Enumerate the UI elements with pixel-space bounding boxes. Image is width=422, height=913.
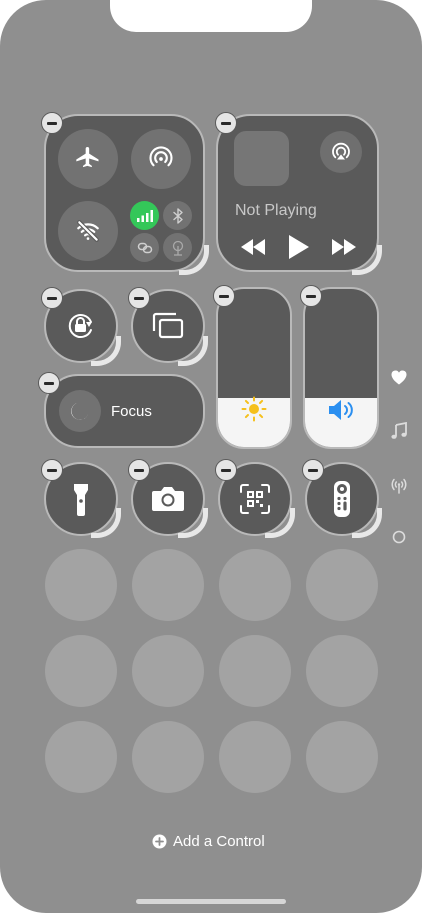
speaker-icon <box>329 400 353 420</box>
wifi-button[interactable] <box>58 201 118 261</box>
control-center-edit-screen: Not Playing Focus Add a Control <box>0 0 422 913</box>
empty-slot[interactable] <box>45 549 117 621</box>
airplay-button[interactable] <box>320 131 362 173</box>
remove-screen-mirroring-button[interactable] <box>128 287 150 309</box>
volume-slider[interactable] <box>303 287 379 449</box>
plus-circle-icon <box>152 834 167 848</box>
focus-moon-button[interactable] <box>59 390 101 432</box>
empty-slot[interactable] <box>45 635 117 707</box>
remove-orientation-lock-button[interactable] <box>41 287 63 309</box>
add-control-label: Add a Control <box>173 832 265 850</box>
sun-icon <box>241 396 267 422</box>
resize-handle[interactable] <box>265 508 295 538</box>
airdrop-icon <box>149 146 173 167</box>
empty-slot[interactable] <box>219 549 291 621</box>
heart-icon[interactable] <box>391 370 407 385</box>
flashlight-icon <box>74 484 88 516</box>
remove-connectivity-button[interactable] <box>41 112 63 134</box>
hotspot-link-icon <box>137 242 152 253</box>
antenna-icon[interactable] <box>390 477 408 494</box>
airplane-icon <box>76 146 99 168</box>
remove-volume-button[interactable] <box>300 285 322 307</box>
resize-handle[interactable] <box>91 508 121 538</box>
notch <box>110 0 312 32</box>
bluetooth-button[interactable] <box>163 201 192 230</box>
wifi-off-icon <box>77 220 99 242</box>
remove-camera-button[interactable] <box>128 459 150 481</box>
remote-icon <box>334 481 350 517</box>
circle-icon[interactable] <box>392 530 406 544</box>
focus-tile[interactable]: Focus <box>44 374 205 448</box>
rewind-icon[interactable] <box>240 239 266 255</box>
remove-now-playing-button[interactable] <box>215 112 237 134</box>
empty-slot[interactable] <box>306 635 378 707</box>
album-art-placeholder <box>234 131 289 186</box>
empty-slot[interactable] <box>132 721 204 793</box>
remove-brightness-button[interactable] <box>213 285 235 307</box>
empty-slot[interactable] <box>132 635 204 707</box>
moon-icon <box>71 402 89 420</box>
play-icon[interactable] <box>288 234 310 260</box>
remove-flashlight-button[interactable] <box>41 459 63 481</box>
resize-handle[interactable] <box>352 245 382 275</box>
remove-focus-button[interactable] <box>38 372 60 394</box>
empty-slot[interactable] <box>219 635 291 707</box>
music-note-icon[interactable] <box>391 422 407 440</box>
empty-slot[interactable] <box>219 721 291 793</box>
bluetooth-icon <box>172 207 183 224</box>
now-playing-status: Not Playing <box>235 202 317 219</box>
cellular-signal-icon <box>136 209 153 222</box>
empty-slot[interactable] <box>306 721 378 793</box>
focus-label: Focus <box>111 403 152 420</box>
resize-handle[interactable] <box>178 336 208 366</box>
resize-handle[interactable] <box>352 508 382 538</box>
airplay-icon <box>332 142 350 160</box>
empty-slot[interactable] <box>306 549 378 621</box>
personal-hotspot-button[interactable] <box>130 233 159 262</box>
resize-handle[interactable] <box>179 245 209 275</box>
airdrop-button[interactable] <box>131 129 191 189</box>
empty-slot[interactable] <box>45 721 117 793</box>
resize-handle[interactable] <box>178 508 208 538</box>
remove-tv-remote-button[interactable] <box>302 459 324 481</box>
brightness-slider[interactable] <box>216 287 292 449</box>
cellular-data-button[interactable] <box>130 201 159 230</box>
resize-handle[interactable] <box>91 336 121 366</box>
remove-code-scanner-button[interactable] <box>215 459 237 481</box>
add-control-button[interactable]: Add a Control <box>152 830 265 852</box>
empty-slot[interactable] <box>132 549 204 621</box>
home-indicator[interactable] <box>136 899 286 904</box>
airplane-mode-button[interactable] <box>58 129 118 189</box>
